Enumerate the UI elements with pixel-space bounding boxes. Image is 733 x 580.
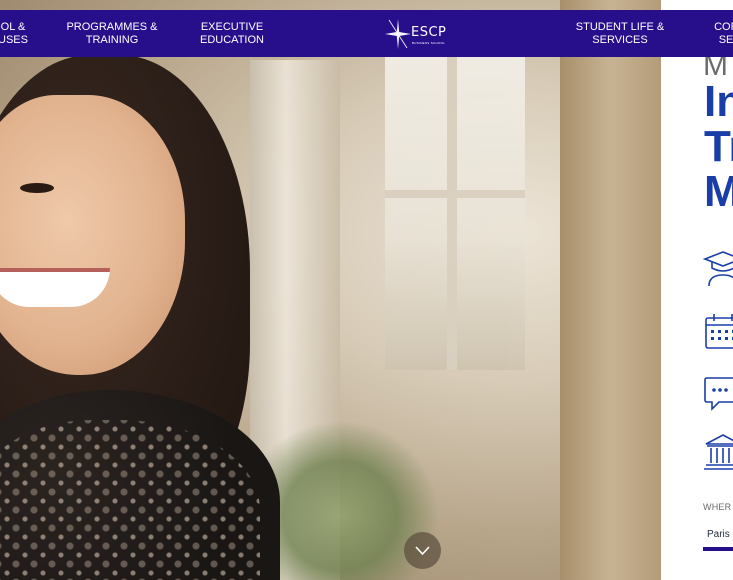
- main-navigation: OL & USES PROGRAMMES & TRAINING EXECUTIV…: [0, 10, 733, 57]
- nav-item-executive-education[interactable]: EXECUTIVE EDUCATION: [192, 21, 272, 47]
- programme-title: In Tr M: [704, 79, 733, 214]
- chevron-down-icon: [415, 546, 430, 556]
- active-tab-indicator: [703, 547, 733, 551]
- nav-item-label: OL &: [0, 21, 26, 33]
- nav-item-label: SERVICES: [592, 34, 648, 46]
- nav-item-label: EXECUTIVE: [200, 21, 264, 33]
- escp-logo[interactable]: ESCP BUSINESS SCHOOL: [384, 17, 464, 51]
- nav-item-student-life[interactable]: STUDENT LIFE & SERVICES: [571, 21, 669, 47]
- nav-item-label: TRAINING: [85, 34, 139, 46]
- nav-item-label: USES: [0, 34, 28, 46]
- nav-item-label: CORP: [714, 21, 733, 33]
- nav-item-label: STUDENT LIFE &: [575, 21, 665, 33]
- hero-image: [0, 0, 661, 580]
- nav-item-label: SER: [718, 34, 733, 46]
- chat-icon: [704, 377, 733, 411]
- programme-title-line: In: [704, 77, 733, 126]
- programme-info-panel: M In Tr M WHER Paris: [661, 57, 733, 580]
- graduate-icon: [703, 251, 733, 287]
- logo-wordmark: ESCP: [411, 25, 447, 40]
- nav-item-school-campuses[interactable]: OL & USES: [0, 21, 42, 47]
- background-window: [385, 40, 525, 370]
- nav-item-label: PROGRAMMES &: [66, 21, 158, 33]
- calendar-icon: [705, 314, 733, 349]
- scroll-down-button[interactable]: [404, 532, 441, 569]
- where-label: WHER: [703, 502, 732, 512]
- nav-item-corporate-services[interactable]: CORP SER: [700, 21, 733, 47]
- logo-subtitle: BUSINESS SCHOOL: [412, 41, 446, 45]
- nav-item-programmes-training[interactable]: PROGRAMMES & TRAINING: [64, 21, 160, 47]
- campus-building-icon: [704, 434, 733, 470]
- person-eye: [20, 183, 54, 193]
- programme-title-line: Tr: [704, 122, 733, 171]
- background-wall-right: [560, 0, 661, 580]
- logo-star-icon: [385, 19, 411, 49]
- nav-item-label: EDUCATION: [200, 34, 264, 46]
- campus-tab-paris[interactable]: Paris: [707, 529, 730, 540]
- programme-title-line: M: [704, 167, 733, 216]
